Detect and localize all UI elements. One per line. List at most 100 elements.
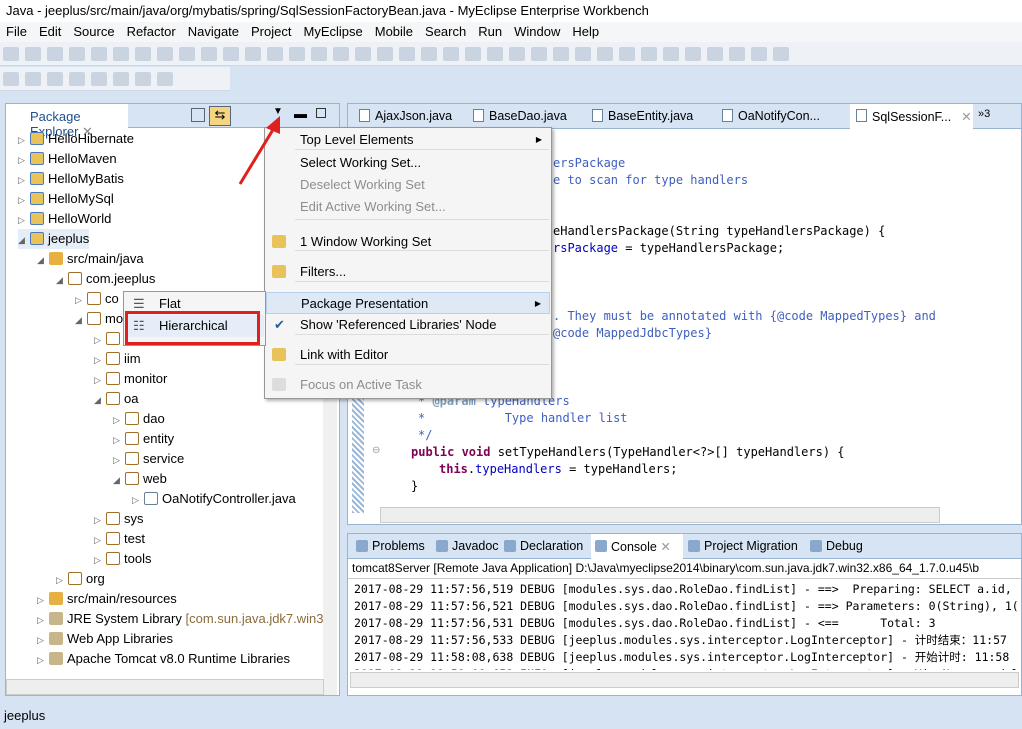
maximize-icon[interactable]: [316, 108, 326, 118]
expand-toggle-icon[interactable]: ▷: [113, 430, 125, 450]
expand-toggle-icon[interactable]: ▷: [56, 570, 68, 590]
tree-item[interactable]: ◢ src/main/java: [37, 249, 144, 269]
toolbar-button-icon[interactable]: [421, 47, 437, 61]
toolbar-button-icon[interactable]: [597, 47, 613, 61]
toolbar-button-icon[interactable]: [201, 47, 217, 61]
toolbar-button-icon[interactable]: [69, 72, 85, 86]
expand-toggle-icon[interactable]: ◢: [94, 390, 106, 410]
menu-item-1-window-working-set[interactable]: 1 Window Working Set: [266, 231, 550, 253]
toolbar-button-icon[interactable]: [25, 72, 41, 86]
expand-toggle-icon[interactable]: ◢: [113, 470, 125, 490]
expand-toggle-icon[interactable]: ▷: [94, 530, 106, 550]
toolbar-button-icon[interactable]: [619, 47, 635, 61]
tree-item[interactable]: ▷ entity: [113, 429, 174, 449]
menu-item-deselect-working-set[interactable]: Deselect Working Set: [266, 174, 550, 196]
console-line[interactable]: 2017-08-29 11:58:08,653 INFO [jeeplus.mo…: [354, 666, 1019, 670]
tree-item[interactable]: ▷ HelloMySql: [18, 189, 114, 209]
menu-mobile[interactable]: Mobile: [369, 22, 419, 42]
menu-item-show-referenced-libraries-node[interactable]: ✔ Show 'Referenced Libraries' Node: [266, 314, 550, 336]
console-line[interactable]: 2017-08-29 11:57:56,519 DEBUG [modules.s…: [354, 581, 1012, 598]
tree-item[interactable]: ▷ HelloHibernate: [18, 129, 134, 149]
expand-toggle-icon[interactable]: ▷: [18, 130, 30, 150]
tree-item[interactable]: ▷ iim: [94, 349, 141, 369]
toolbar-button-icon[interactable]: [47, 47, 63, 61]
toolbar-button-icon[interactable]: [509, 47, 525, 61]
toolbar-button-icon[interactable]: [157, 72, 173, 86]
toolbar-button-icon[interactable]: [553, 47, 569, 61]
console-line[interactable]: 2017-08-29 11:57:56,521 DEBUG [modules.s…: [354, 598, 1019, 615]
tree-item[interactable]: ▷ co: [75, 289, 119, 309]
expand-toggle-icon[interactable]: ▷: [113, 410, 125, 430]
expand-toggle-icon[interactable]: ▷: [37, 630, 49, 650]
editor-tab[interactable]: SqlSessionF... ✕: [850, 104, 973, 129]
menu-item-focus-on-active-task[interactable]: Focus on Active Task: [266, 374, 550, 396]
toolbar-button-icon[interactable]: [113, 72, 129, 86]
editor-tab[interactable]: AjaxJson.java: [353, 104, 463, 129]
tree-item[interactable]: ▷ monitor: [94, 369, 167, 389]
tree-item[interactable]: ▷ sys: [94, 509, 144, 529]
toolbar-button-icon[interactable]: [223, 47, 239, 61]
close-icon[interactable]: ✕: [961, 110, 971, 124]
toolbar-button-icon[interactable]: [729, 47, 745, 61]
code-line[interactable]: rsPackage = typeHandlersPackage;: [553, 240, 784, 257]
toolbar-button-icon[interactable]: [443, 47, 459, 61]
expand-toggle-icon[interactable]: ▷: [94, 350, 106, 370]
tree-item[interactable]: ▷ tools: [94, 549, 151, 569]
expand-toggle-icon[interactable]: ▷: [37, 650, 49, 670]
toolbar-button-icon[interactable]: [685, 47, 701, 61]
tree-item[interactable]: ◢ oa: [94, 389, 138, 409]
editor-tab[interactable]: OaNotifyCon...: [716, 104, 826, 129]
menu-file[interactable]: File: [0, 22, 33, 42]
code-line[interactable]: eHandlersPackage(String typeHandlersPack…: [553, 223, 885, 240]
expand-toggle-icon[interactable]: ▷: [37, 610, 49, 630]
toolbar-button-icon[interactable]: [707, 47, 723, 61]
tree-item[interactable]: ▷ org: [56, 569, 105, 589]
menu-window[interactable]: Window: [508, 22, 566, 42]
tab-console[interactable]: Console ✕: [591, 534, 683, 559]
toolbar-button-icon[interactable]: [663, 47, 679, 61]
tab-javadoc[interactable]: Javadoc: [432, 534, 499, 559]
toolbar-button-icon[interactable]: [25, 47, 41, 61]
menu-project[interactable]: Project: [245, 22, 297, 42]
toolbar-button-icon[interactable]: [465, 47, 481, 61]
tab-debug[interactable]: Debug: [806, 534, 863, 559]
link-with-editor-icon[interactable]: ⇆: [209, 106, 231, 126]
menu-item-top-level-elements[interactable]: Top Level Elements ▶: [266, 129, 550, 151]
toolbar-button-icon[interactable]: [333, 47, 349, 61]
toolbar-button-icon[interactable]: [135, 72, 151, 86]
tab-package-explorer[interactable]: Package Explorer ✕: [6, 104, 128, 139]
toolbar-button-icon[interactable]: [311, 47, 327, 61]
code-line[interactable]: public void setTypeHandlers(TypeHandler<…: [411, 444, 845, 461]
toolbar-button-icon[interactable]: [3, 72, 19, 86]
toolbar-button-icon[interactable]: [157, 47, 173, 61]
toolbar-button-icon[interactable]: [91, 47, 107, 61]
toolbar-button-icon[interactable]: [773, 47, 789, 61]
tree-item[interactable]: ▷ Apache Tomcat v8.0 Runtime Libraries: [37, 649, 290, 669]
toolbar-button-icon[interactable]: [377, 47, 393, 61]
menu-navigate[interactable]: Navigate: [182, 22, 245, 42]
menu-edit[interactable]: Edit: [33, 22, 67, 42]
expand-toggle-icon[interactable]: ▷: [94, 330, 106, 350]
expand-toggle-icon[interactable]: ◢: [75, 310, 87, 330]
tree-item[interactable]: ◢ jeeplus: [18, 229, 90, 249]
menu-search[interactable]: Search: [419, 22, 472, 42]
minimize-icon[interactable]: ▬: [294, 106, 307, 121]
close-icon[interactable]: ✕: [660, 540, 670, 554]
console-line[interactable]: 2017-08-29 11:58:08,638 DEBUG [jeeplus.m…: [354, 649, 1009, 666]
tab-problems[interactable]: Problems: [352, 534, 425, 559]
menu-myeclipse[interactable]: MyEclipse: [297, 22, 368, 42]
menu-item-filters[interactable]: Filters...: [266, 261, 550, 283]
tree-item[interactable]: ▷ HelloMaven: [18, 149, 117, 169]
code-line[interactable]: @code MappedJdbcTypes}: [553, 325, 712, 342]
fold-icon[interactable]: ⊖: [372, 445, 380, 456]
menu-item-link-with-editor[interactable]: Link with Editor: [266, 344, 550, 366]
expand-toggle-icon[interactable]: ◢: [56, 270, 68, 290]
tree-item[interactable]: ▷ HelloMyBatis: [18, 169, 124, 189]
toolbar-button-icon[interactable]: [113, 47, 129, 61]
toolbar-button-icon[interactable]: [69, 47, 85, 61]
expand-toggle-icon[interactable]: ▷: [94, 550, 106, 570]
toolbar-button-icon[interactable]: [3, 47, 19, 61]
menu-item-edit-active-working-set[interactable]: Edit Active Working Set...: [266, 196, 550, 218]
editor-tab[interactable]: BaseDao.java: [467, 104, 577, 129]
menu-source[interactable]: Source: [67, 22, 120, 42]
